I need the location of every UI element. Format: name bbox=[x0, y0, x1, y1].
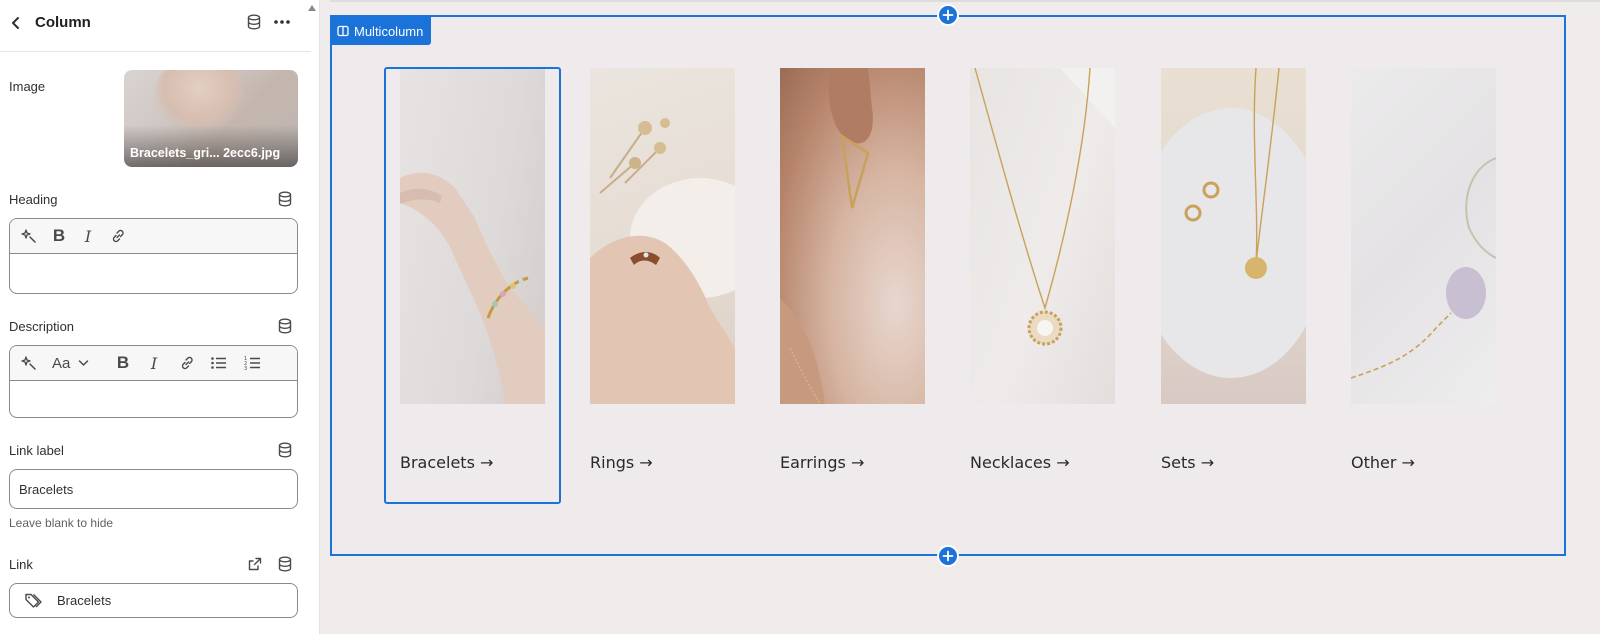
column-image bbox=[1161, 68, 1306, 404]
link-value: Bracelets bbox=[57, 593, 112, 608]
description-toolbar: Aa B I 123 bbox=[10, 346, 297, 381]
column-necklaces[interactable]: Necklaces → bbox=[970, 68, 1115, 472]
settings-panel: Column Image Bracelets_gri... 2ecc6.jpg … bbox=[0, 0, 320, 634]
link-icon[interactable] bbox=[108, 227, 128, 245]
italic-icon[interactable]: I bbox=[144, 354, 164, 373]
column-rings[interactable]: Rings → bbox=[590, 68, 735, 472]
link-label: Link bbox=[9, 557, 33, 572]
link-label-help: Leave blank to hide bbox=[9, 516, 114, 530]
column-bracelets[interactable]: Bracelets → bbox=[400, 68, 545, 472]
text-style-dropdown[interactable]: Aa bbox=[52, 354, 94, 372]
collection-tag-icon bbox=[24, 592, 44, 615]
dynamic-source-icon[interactable] bbox=[247, 14, 261, 35]
heading-dynamic-source-icon[interactable] bbox=[278, 191, 294, 207]
link-icon[interactable] bbox=[177, 354, 197, 372]
column-earrings[interactable]: Earrings → bbox=[780, 68, 925, 472]
heading-editor: B I bbox=[9, 218, 298, 294]
column-caption: Rings → bbox=[590, 453, 653, 472]
link-picker[interactable]: Bracelets bbox=[9, 583, 298, 618]
column-caption: Other → bbox=[1351, 453, 1415, 472]
italic-icon[interactable]: I bbox=[78, 227, 98, 246]
plus-icon bbox=[942, 550, 954, 562]
panel-header: Column bbox=[0, 0, 311, 52]
columns-icon bbox=[337, 25, 349, 37]
link-label-input[interactable] bbox=[9, 469, 298, 509]
bulleted-list-icon[interactable] bbox=[209, 354, 229, 372]
column-caption: Bracelets → bbox=[400, 453, 494, 472]
column-caption: Sets → bbox=[1161, 453, 1215, 472]
image-picker[interactable]: Bracelets_gri... 2ecc6.jpg bbox=[124, 70, 298, 167]
image-filename: Bracelets_gri... 2ecc6.jpg bbox=[130, 146, 281, 160]
heading-toolbar: B I bbox=[10, 219, 297, 254]
panel-title: Column bbox=[35, 14, 91, 31]
link-label-dynamic-source-icon[interactable] bbox=[278, 442, 294, 458]
external-link-icon[interactable] bbox=[247, 556, 263, 577]
column-image bbox=[970, 68, 1115, 404]
image-thumbnail bbox=[154, 70, 244, 130]
heading-label: Heading bbox=[9, 192, 58, 207]
column-other[interactable]: Other → bbox=[1351, 68, 1496, 472]
description-label: Description bbox=[9, 319, 75, 334]
column-image bbox=[400, 68, 545, 404]
image-label: Image bbox=[9, 79, 46, 94]
chevron-down-icon bbox=[79, 360, 89, 366]
column-sets[interactable]: Sets → bbox=[1161, 68, 1306, 472]
link-dynamic-source-icon[interactable] bbox=[278, 556, 294, 572]
preview-top-edge bbox=[330, 0, 1600, 2]
column-image bbox=[780, 68, 925, 404]
ai-generate-icon[interactable] bbox=[19, 227, 39, 245]
numbered-list-icon[interactable]: 123 bbox=[243, 354, 263, 372]
add-section-below-button[interactable] bbox=[937, 545, 959, 567]
column-caption: Earrings → bbox=[780, 453, 865, 472]
link-label-label: Link label bbox=[9, 443, 64, 458]
section-name-tag[interactable]: Multicolumn bbox=[331, 17, 432, 45]
chevron-left-icon bbox=[12, 17, 19, 29]
scroll-up-arrow[interactable] bbox=[306, 0, 318, 11]
heading-input[interactable] bbox=[10, 254, 297, 292]
bold-icon[interactable]: B bbox=[49, 226, 69, 245]
ai-generate-icon[interactable] bbox=[19, 354, 39, 372]
description-editor: Aa B I 123 bbox=[9, 345, 298, 418]
back-button[interactable] bbox=[6, 13, 26, 33]
column-image bbox=[590, 68, 735, 404]
add-section-above-button[interactable] bbox=[937, 4, 959, 26]
description-input[interactable] bbox=[10, 381, 297, 417]
more-actions-icon[interactable] bbox=[273, 14, 291, 35]
bold-icon[interactable]: B bbox=[113, 353, 133, 372]
plus-icon bbox=[942, 9, 954, 21]
column-caption: Necklaces → bbox=[970, 453, 1070, 472]
description-dynamic-source-icon[interactable] bbox=[278, 318, 294, 334]
column-image bbox=[1351, 68, 1496, 404]
svg-text:3: 3 bbox=[244, 366, 247, 371]
